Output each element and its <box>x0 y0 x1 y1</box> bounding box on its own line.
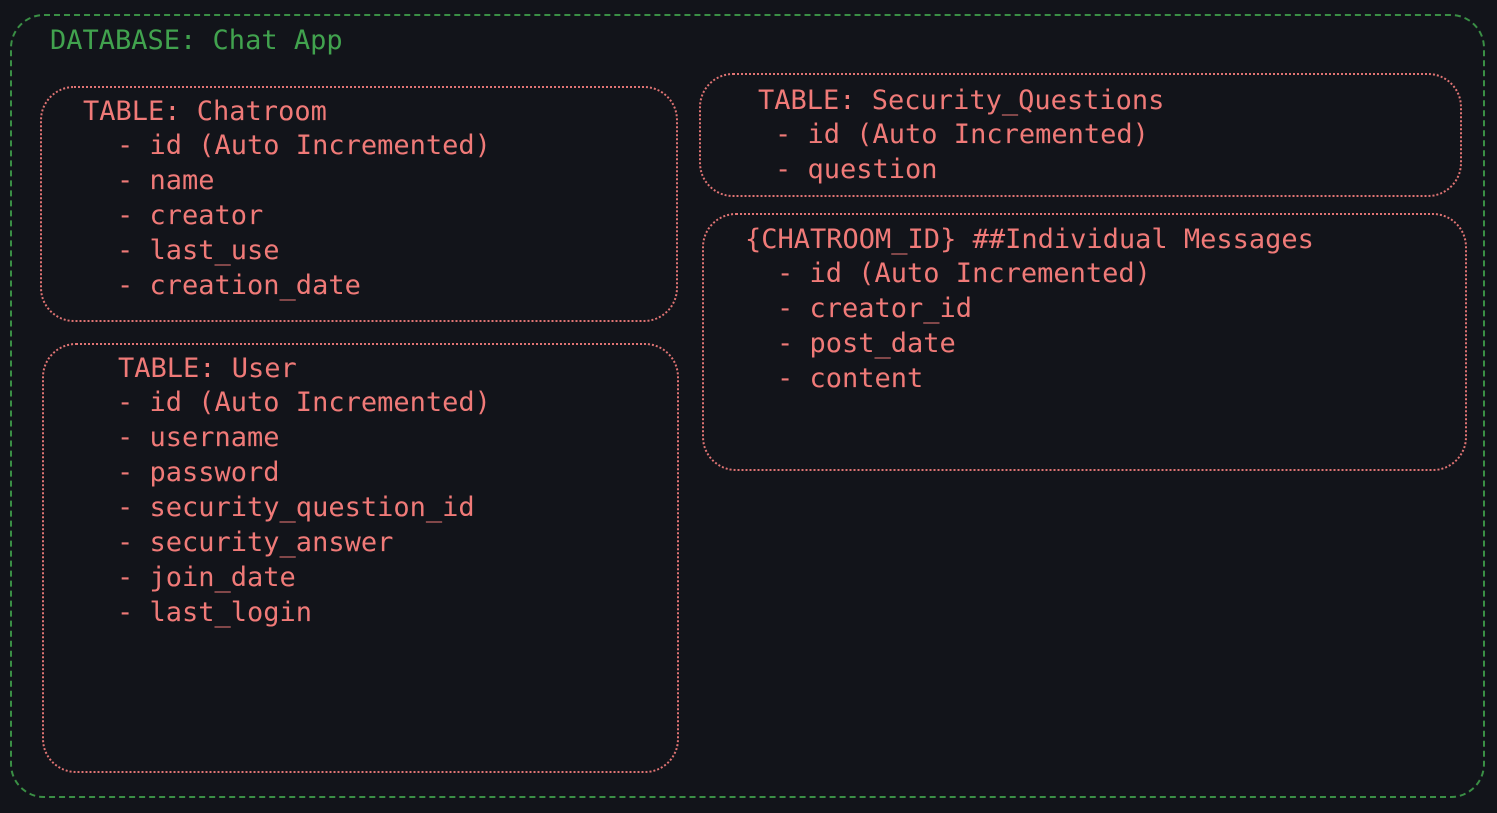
table-messages-fields: - id (Auto Incremented) - creator_id - p… <box>777 256 1151 396</box>
table-chatroom-fields: - id (Auto Incremented) - name - creator… <box>117 128 491 303</box>
table-user-title: TABLE: User <box>118 353 297 384</box>
table-field: - username <box>117 422 280 453</box>
table-field: - post_date <box>777 328 956 359</box>
table-field: - join_date <box>117 562 296 593</box>
table-field: - id (Auto Incremented) <box>777 258 1151 289</box>
table-field: - password <box>117 457 280 488</box>
table-field: - last_use <box>117 235 280 266</box>
table-field: - question <box>775 154 938 185</box>
table-field: - creator <box>117 200 264 231</box>
table-field: - security_question_id <box>117 492 475 523</box>
table-field: - security_answer <box>117 527 394 558</box>
table-security-questions-title: TABLE: Security_Questions <box>758 85 1165 116</box>
table-messages-title: {CHATROOM_ID} ##Individual Messages <box>745 224 1314 255</box>
table-field: - id (Auto Incremented) <box>117 387 491 418</box>
table-field: - id (Auto Incremented) <box>117 130 491 161</box>
table-field: - creation_date <box>117 270 361 301</box>
table-chatroom-title: TABLE: Chatroom <box>83 96 327 127</box>
database-title: DATABASE: Chat App <box>50 25 343 56</box>
table-field: - content <box>777 363 924 394</box>
table-field: - name <box>117 165 215 196</box>
table-field: - creator_id <box>777 293 973 324</box>
table-field: - last_login <box>117 597 313 628</box>
table-security-questions-fields: - id (Auto Incremented) - question <box>775 117 1149 187</box>
table-field: - id (Auto Incremented) <box>775 119 1149 150</box>
table-user-fields: - id (Auto Incremented) - username - pas… <box>117 385 491 630</box>
